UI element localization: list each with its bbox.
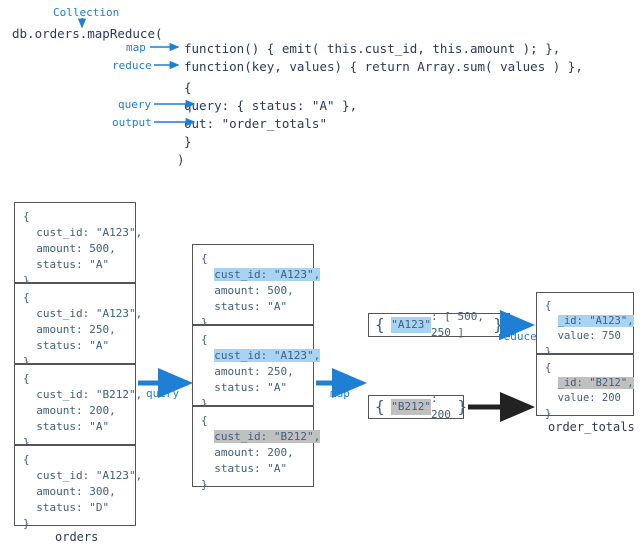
code-line-3: function(key, values) { return Array.sum… xyxy=(184,59,583,74)
code-line-2: function() { emit( this.cust_id, this.am… xyxy=(184,41,560,56)
mapped-row-2-val: : 200 xyxy=(431,391,451,423)
orders-doc-2: { cust_id: "A123", amount: 250, status: … xyxy=(14,283,136,364)
label-map: map xyxy=(126,41,146,54)
mapped-row-2-key: "B212" xyxy=(391,399,431,415)
mapped-row-1-val: : [ 500, 250 ] xyxy=(431,309,487,341)
orders-doc-3: { cust_id: "B212", amount: 200, status: … xyxy=(14,364,136,445)
filtered-doc-1-rest: amount: 500, status: "A" } xyxy=(201,284,294,329)
label-reduce: reduce xyxy=(112,59,152,72)
stage-label-map: map xyxy=(330,387,350,400)
code-line-5: query: { status: "A" }, xyxy=(184,98,357,113)
result-doc-2-val: value: 200 xyxy=(558,392,621,404)
result-caption: order_totals xyxy=(548,420,635,434)
result-doc-1-val: value: 750 xyxy=(558,330,621,342)
code-line-4: { xyxy=(184,80,192,95)
filtered-doc-3-rest: amount: 200, status: "A" } xyxy=(201,446,294,491)
label-collection: Collection xyxy=(53,6,119,19)
filtered-doc-1-custid: cust_id: "A123", xyxy=(214,268,320,281)
code-line-7: } xyxy=(184,134,192,149)
filtered-doc-2-custid: cust_id: "A123", xyxy=(214,349,320,362)
mapped-row-1-key: "A123" xyxy=(391,317,431,333)
result-doc-2-id: _id: "B212", xyxy=(558,377,634,389)
filtered-doc-2-rest: amount: 250, status: "A" } xyxy=(201,365,294,410)
result-doc-1: { _id: "A123", value: 750 } xyxy=(536,292,634,354)
filtered-doc-2: { cust_id: "A123", amount: 250, status: … xyxy=(192,325,314,406)
mapped-row-1: { "A123": [ 500, 250 ] } xyxy=(368,313,510,337)
filtered-doc-1: { cust_id: "A123", amount: 500, status: … xyxy=(192,244,314,325)
result-doc-2: { _id: "B212", value: 200 } xyxy=(536,354,634,416)
orders-doc-4: { cust_id: "A123", amount: 300, status: … xyxy=(14,445,136,526)
code-line-6: out: "order_totals" xyxy=(184,116,327,131)
orders-caption: orders xyxy=(55,530,98,544)
filtered-doc-3: { cust_id: "B212", amount: 200, status: … xyxy=(192,406,314,487)
mapped-row-2: { "B212": 200 } xyxy=(368,395,464,419)
filtered-doc-3-custid: cust_id: "B212", xyxy=(214,430,320,443)
result-doc-1-id: _id: "A123", xyxy=(558,315,634,327)
label-query: query xyxy=(118,98,151,111)
code-line-8: ) xyxy=(177,152,185,167)
stage-label-reduce: reduce xyxy=(497,330,537,343)
label-output: output xyxy=(112,116,152,129)
stage-label-query: query xyxy=(146,387,179,400)
code-line-1: db.orders.mapReduce( xyxy=(12,26,163,41)
orders-doc-1: { cust_id: "A123", amount: 500, status: … xyxy=(14,202,136,283)
